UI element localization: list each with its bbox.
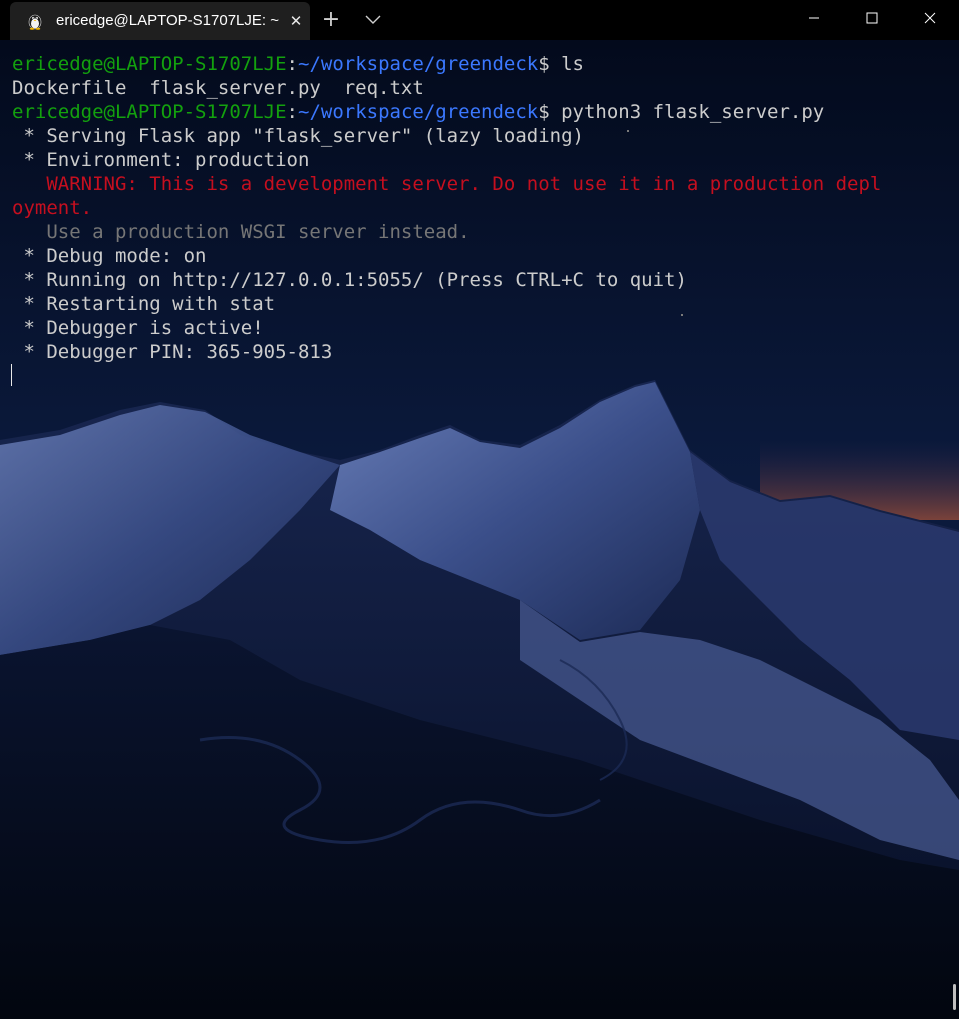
output-line: * Environment: production	[12, 149, 310, 171]
prompt-symbol: $	[538, 53, 562, 75]
output-line: Use a production WSGI server instead.	[12, 221, 470, 243]
title-bar: ericedge@LAPTOP-S1707LJE: ~ ✕ +	[0, 0, 959, 40]
prompt-line: ericedge@LAPTOP-S1707LJE:~/workspace/gre…	[12, 100, 942, 124]
output-line: * Restarting with stat	[12, 293, 276, 315]
tab-title: ericedge@LAPTOP-S1707LJE: ~	[56, 12, 279, 29]
command-text: ls	[561, 53, 584, 75]
output-line: * Debug mode: on	[12, 245, 207, 267]
minimize-button[interactable]	[785, 0, 843, 36]
terminal-tab[interactable]: ericedge@LAPTOP-S1707LJE: ~ ✕	[10, 2, 310, 40]
output-line: * Debugger is active!	[12, 317, 264, 339]
tab-dropdown-button[interactable]	[355, 6, 391, 34]
linux-penguin-icon	[26, 12, 44, 30]
output-line: Dockerfile flask_server.py req.txt	[12, 77, 424, 99]
prompt-path: ~/workspace/greendeck	[298, 101, 539, 123]
prompt-separator: :	[286, 53, 298, 75]
scrollbar-thumb[interactable]	[953, 984, 956, 1010]
warning-line: WARNING: This is a development server. D…	[12, 173, 882, 195]
prompt-symbol: $	[538, 101, 562, 123]
output-line: * Serving Flask app "flask_server" (lazy…	[12, 125, 584, 147]
close-window-button[interactable]	[901, 0, 959, 36]
terminal-pane[interactable]: ericedge@LAPTOP-S1707LJE:~/workspace/gre…	[0, 40, 959, 1019]
maximize-button[interactable]	[843, 0, 901, 36]
output-line: * Running on http://127.0.0.1:5055/ (Pre…	[12, 269, 687, 291]
output-line: * Debugger PIN: 365-905-813	[12, 341, 333, 363]
terminal-output: ericedge@LAPTOP-S1707LJE:~/workspace/gre…	[12, 52, 942, 364]
prompt-user: ericedge@LAPTOP-S1707LJE	[12, 53, 287, 75]
close-tab-icon[interactable]: ✕	[286, 11, 306, 31]
prompt-path: ~/workspace/greendeck	[298, 53, 539, 75]
maximize-icon	[866, 9, 878, 28]
new-tab-button[interactable]: +	[313, 6, 349, 34]
warning-line: oyment.	[12, 197, 93, 219]
minimize-icon	[808, 9, 820, 28]
chevron-down-icon	[365, 11, 381, 29]
close-icon	[924, 9, 936, 28]
text-cursor	[11, 364, 12, 386]
command-text: python3 flask_server.py	[561, 101, 825, 123]
prompt-user: ericedge@LAPTOP-S1707LJE	[12, 101, 287, 123]
prompt-line: ericedge@LAPTOP-S1707LJE:~/workspace/gre…	[12, 52, 942, 76]
prompt-separator: :	[286, 101, 298, 123]
